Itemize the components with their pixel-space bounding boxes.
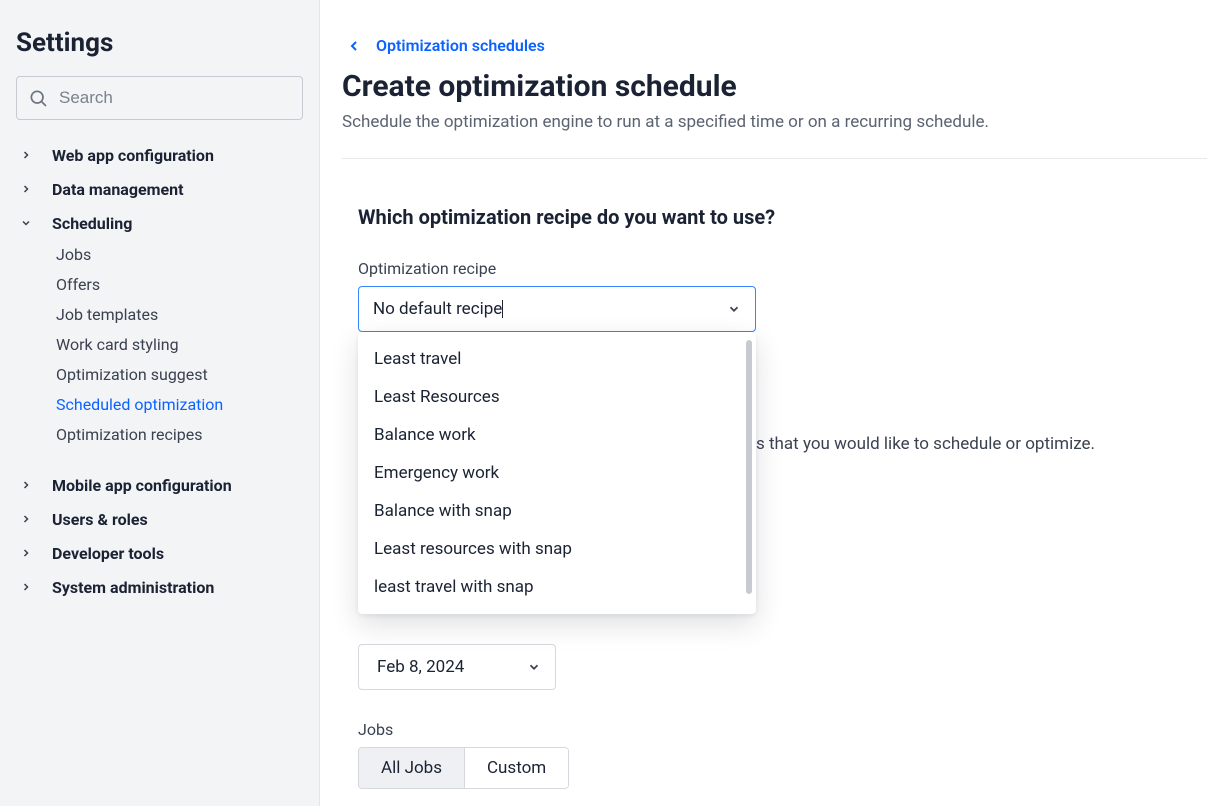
recipe-option[interactable]: least travel with snap bbox=[358, 568, 756, 606]
nav-subgroup-scheduling: Jobs Offers Job templates Work card styl… bbox=[16, 240, 303, 450]
search-input[interactable] bbox=[16, 76, 303, 120]
nav-group-scheduling[interactable]: Scheduling bbox=[16, 206, 303, 240]
recipe-combobox[interactable]: No default recipe bbox=[358, 286, 756, 332]
date-value: Feb 8, 2024 bbox=[377, 657, 464, 677]
nav-group-label: Web app configuration bbox=[52, 146, 214, 165]
chevron-left-icon bbox=[346, 38, 362, 54]
nav-group-label: Developer tools bbox=[52, 544, 164, 563]
nav-group-label: Mobile app configuration bbox=[52, 476, 232, 495]
nav-group-developer-tools[interactable]: Developer tools bbox=[16, 536, 303, 570]
text-caret bbox=[502, 300, 503, 318]
recipe-section: Which optimization recipe do you want to… bbox=[342, 205, 1207, 789]
nav-group-data-management[interactable]: Data management bbox=[16, 172, 303, 206]
breadcrumb[interactable]: Optimization schedules bbox=[338, 28, 1207, 63]
sidebar-nav: Web app configuration Data management Sc… bbox=[16, 138, 303, 604]
breadcrumb-label: Optimization schedules bbox=[376, 36, 545, 55]
chevron-down-icon bbox=[527, 660, 541, 674]
sidebar-item-scheduled-optimization[interactable]: Scheduled optimization bbox=[56, 390, 303, 420]
recipe-combobox-wrapper: No default recipe Least travel Least Res… bbox=[358, 286, 756, 332]
page-title: Create optimization schedule bbox=[342, 69, 1207, 104]
date-picker[interactable]: Feb 8, 2024 bbox=[358, 644, 556, 690]
nav-group-label: Data management bbox=[52, 180, 184, 199]
chevron-down-icon bbox=[20, 217, 40, 229]
search-icon bbox=[28, 88, 48, 108]
chevron-right-icon bbox=[20, 149, 40, 161]
sidebar-item-optimization-recipes[interactable]: Optimization recipes bbox=[56, 420, 303, 450]
recipe-selected-text: No default recipe bbox=[373, 299, 502, 319]
nav-group-label: Scheduling bbox=[52, 214, 132, 233]
nav-group-label: System administration bbox=[52, 578, 214, 597]
search-wrapper bbox=[16, 76, 303, 120]
chevron-right-icon bbox=[20, 183, 40, 195]
recipe-option[interactable]: Emergency work bbox=[358, 454, 756, 492]
sidebar-item-work-card-styling[interactable]: Work card styling bbox=[56, 330, 303, 360]
recipe-option[interactable]: Least travel bbox=[358, 340, 756, 378]
sidebar-title: Settings bbox=[16, 28, 303, 58]
jobs-toggle: All Jobs Custom bbox=[358, 747, 569, 789]
main-content: Optimization schedules Create optimizati… bbox=[320, 0, 1207, 806]
section-heading: Which optimization recipe do you want to… bbox=[358, 205, 1207, 229]
jobs-field-label: Jobs bbox=[358, 720, 1207, 739]
recipe-option[interactable]: Least resources with snap bbox=[358, 530, 756, 568]
recipe-option[interactable]: Balance work bbox=[358, 416, 756, 454]
jobs-option-custom[interactable]: Custom bbox=[464, 748, 568, 788]
chevron-right-icon bbox=[20, 581, 40, 593]
sidebar-item-offers[interactable]: Offers bbox=[56, 270, 303, 300]
nav-group-system-administration[interactable]: System administration bbox=[16, 570, 303, 604]
sidebar-item-jobs[interactable]: Jobs bbox=[56, 240, 303, 270]
nav-group-mobile-app[interactable]: Mobile app configuration bbox=[16, 468, 303, 502]
recipe-field-label: Optimization recipe bbox=[358, 259, 1207, 278]
sidebar: Settings Web app configuration Data mana… bbox=[0, 0, 320, 806]
nav-group-label: Users & roles bbox=[52, 510, 148, 529]
chevron-down-icon bbox=[727, 302, 741, 316]
chevron-right-icon bbox=[20, 513, 40, 525]
recipe-option[interactable]: Least Resources bbox=[358, 378, 756, 416]
jobs-option-all[interactable]: All Jobs bbox=[359, 748, 464, 788]
sidebar-item-optimization-suggest[interactable]: Optimization suggest bbox=[56, 360, 303, 390]
page-subtitle: Schedule the optimization engine to run … bbox=[342, 112, 1207, 132]
chevron-right-icon bbox=[20, 479, 40, 491]
sidebar-item-job-templates[interactable]: Job templates bbox=[56, 300, 303, 330]
scrollbar[interactable] bbox=[746, 340, 752, 594]
divider bbox=[342, 158, 1207, 159]
recipe-selected-value: No default recipe bbox=[373, 299, 502, 319]
filter-description-fragment: s that you would like to schedule or opt… bbox=[756, 434, 1095, 454]
nav-group-web-app[interactable]: Web app configuration bbox=[16, 138, 303, 172]
recipe-dropdown: Least travel Least Resources Balance wor… bbox=[358, 332, 756, 614]
recipe-option[interactable]: Balance with snap bbox=[358, 492, 756, 530]
chevron-right-icon bbox=[20, 547, 40, 559]
nav-group-users-roles[interactable]: Users & roles bbox=[16, 502, 303, 536]
